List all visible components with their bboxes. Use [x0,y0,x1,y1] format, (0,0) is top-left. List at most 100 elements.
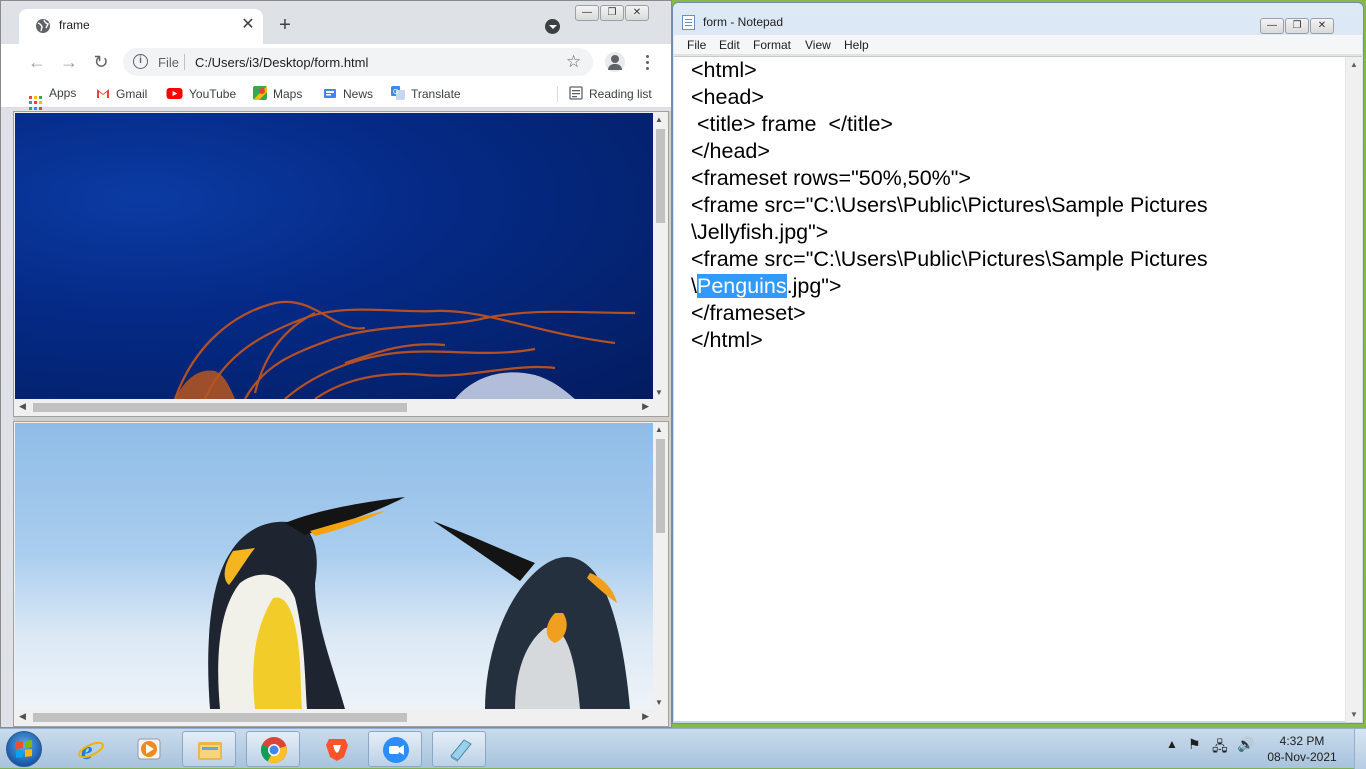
scroll-thumb[interactable] [33,713,407,722]
start-button[interactable] [6,731,42,767]
address-bar[interactable]: i File C:/Users/i3/Desktop/form.html ☆ [123,48,593,76]
selected-text[interactable]: Penguins [696,274,787,298]
menu-format[interactable]: Format [753,38,791,52]
taskbar: e ▲ ⚑ 🖧 🔊 4:32 PM 08-Nov-2021 [0,728,1366,769]
news-icon [324,89,336,98]
notepad-icon [682,15,695,30]
menu-view[interactable]: View [805,38,831,52]
bookmark-gmail[interactable]: Gmail [96,86,147,102]
tab-close-icon[interactable]: ✕ [239,16,257,34]
minimize-button[interactable]: — [575,5,599,21]
taskbar-brave[interactable] [310,731,364,767]
notepad-vertical-scrollbar[interactable]: ▲ ▼ [1345,57,1362,722]
action-center-flag-icon[interactable]: ⚑ [1188,736,1201,753]
code-line: <head> [691,85,764,109]
page-content: ▲ ▼ ◀ ▶ ▲ ▼ ◀ ▶ [13,111,671,727]
chrome-window-controls: — ❐ ✕ [574,2,649,21]
bookmark-apps[interactable]: Apps [29,86,76,110]
browser-tab[interactable]: frame ✕ [19,9,263,44]
penguins-image [15,423,653,709]
reading-list-button[interactable]: Reading list [569,86,652,102]
taskbar-clock[interactable]: 4:32 PM 08-Nov-2021 [1262,733,1342,765]
zoom-icon [383,737,409,763]
scroll-thumb[interactable] [33,403,407,412]
back-icon[interactable]: ← [27,52,47,72]
bookmark-label: Gmail [116,87,148,101]
file-explorer-icon [198,742,222,760]
youtube-icon [166,88,183,99]
scroll-up-arrow-icon[interactable]: ▲ [655,425,663,434]
code-line: <frame src="C:\Users\Public\Pictures\Sam… [691,193,1208,217]
url-scheme: File [158,55,179,70]
bookmarks-divider [557,86,558,102]
new-tab-button[interactable]: + [275,15,295,35]
code-line: <title> frame </title> [691,112,893,136]
show-desktop-button[interactable] [1354,729,1366,769]
frame-top-horizontal-scrollbar[interactable]: ◀ ▶ [15,399,653,415]
taskbar-media-player[interactable] [122,731,176,767]
taskbar-chrome[interactable] [246,731,300,767]
restore-button[interactable]: ❐ [1285,18,1309,34]
window-title: form - Notepad [703,15,784,29]
scroll-down-arrow-icon[interactable]: ▼ [655,698,663,707]
text-editor[interactable]: <html> <head> <title> frame </title> </hea… [674,56,1362,722]
url-text[interactable]: C:/Users/i3/Desktop/form.html [195,55,368,70]
frame-bottom-vertical-scrollbar[interactable]: ▲ ▼ [653,423,667,709]
taskbar-file-explorer[interactable] [182,731,236,767]
show-hidden-icons-icon[interactable]: ▲ [1166,737,1178,751]
browser-toolbar: ← → ↻ i File C:/Users/i3/Desktop/form.ht… [1,44,671,80]
reload-icon[interactable]: ↻ [91,52,111,72]
taskbar-internet-explorer[interactable]: e [64,731,118,767]
scroll-right-arrow-icon[interactable]: ▶ [642,401,649,412]
frame-bottom-horizontal-scrollbar[interactable]: ◀ ▶ [15,709,653,725]
bookmarks-bar: Apps Gmail YouTube Maps News G Translate … [1,80,671,110]
bookmark-label: YouTube [189,87,237,101]
chrome-menu-icon[interactable] [641,52,653,72]
bookmark-star-icon[interactable]: ☆ [566,52,581,72]
site-info-icon[interactable]: i [133,54,148,69]
tab-search-icon[interactable] [545,19,560,34]
volume-icon[interactable]: 🔊 [1237,736,1254,753]
menu-edit[interactable]: Edit [719,38,740,52]
scroll-down-arrow-icon[interactable]: ▼ [1350,710,1358,719]
code-line: <html> [691,58,757,82]
scroll-up-arrow-icon[interactable]: ▲ [1350,60,1358,69]
menu-file[interactable]: File [687,38,706,52]
scroll-left-arrow-icon[interactable]: ◀ [19,401,26,412]
taskbar-notepad[interactable] [432,731,486,767]
tab-strip: frame ✕ + — ❐ ✕ [1,1,671,44]
code-line: \Penguins.jpg"> [691,273,1208,300]
tab-title: frame [59,18,90,32]
frame-top-vertical-scrollbar[interactable]: ▲ ▼ [653,113,667,399]
windows-logo-icon [16,740,32,758]
bookmark-label: News [343,87,374,101]
bookmark-translate[interactable]: G Translate [391,86,461,102]
scroll-left-arrow-icon[interactable]: ◀ [19,711,26,722]
bookmark-news[interactable]: News [323,86,373,102]
reading-list-icon [569,86,583,100]
frame-top: ▲ ▼ ◀ ▶ [13,111,669,417]
close-window-button[interactable]: ✕ [1310,18,1334,34]
bookmark-youtube[interactable]: YouTube [166,86,236,102]
close-window-button[interactable]: ✕ [625,5,649,21]
code-line: </html> [691,328,763,352]
bookmark-maps[interactable]: Maps [253,86,302,102]
menu-bar: File Edit Format View Help [674,35,1362,55]
profile-avatar-icon[interactable] [605,52,625,72]
code-line: \Jellyfish.jpg"> [691,220,829,244]
editor-text[interactable]: <html> <head> <title> frame </title> </hea… [691,57,1208,354]
restore-button[interactable]: ❐ [600,5,624,21]
network-icon[interactable]: 🖧 [1212,736,1228,760]
scroll-up-arrow-icon[interactable]: ▲ [655,115,663,124]
scroll-down-arrow-icon[interactable]: ▼ [655,388,663,397]
maps-icon [253,86,267,100]
clock-time: 4:32 PM [1279,734,1325,748]
minimize-button[interactable]: — [1260,18,1284,34]
forward-icon[interactable]: → [59,52,79,72]
scroll-right-arrow-icon[interactable]: ▶ [642,711,649,722]
menu-help[interactable]: Help [844,38,869,52]
taskbar-zoom[interactable] [368,731,422,767]
scroll-thumb[interactable] [656,439,665,533]
code-line: <frame src="C:\Users\Public\Pictures\Sam… [691,247,1208,271]
scroll-thumb[interactable] [656,129,665,223]
